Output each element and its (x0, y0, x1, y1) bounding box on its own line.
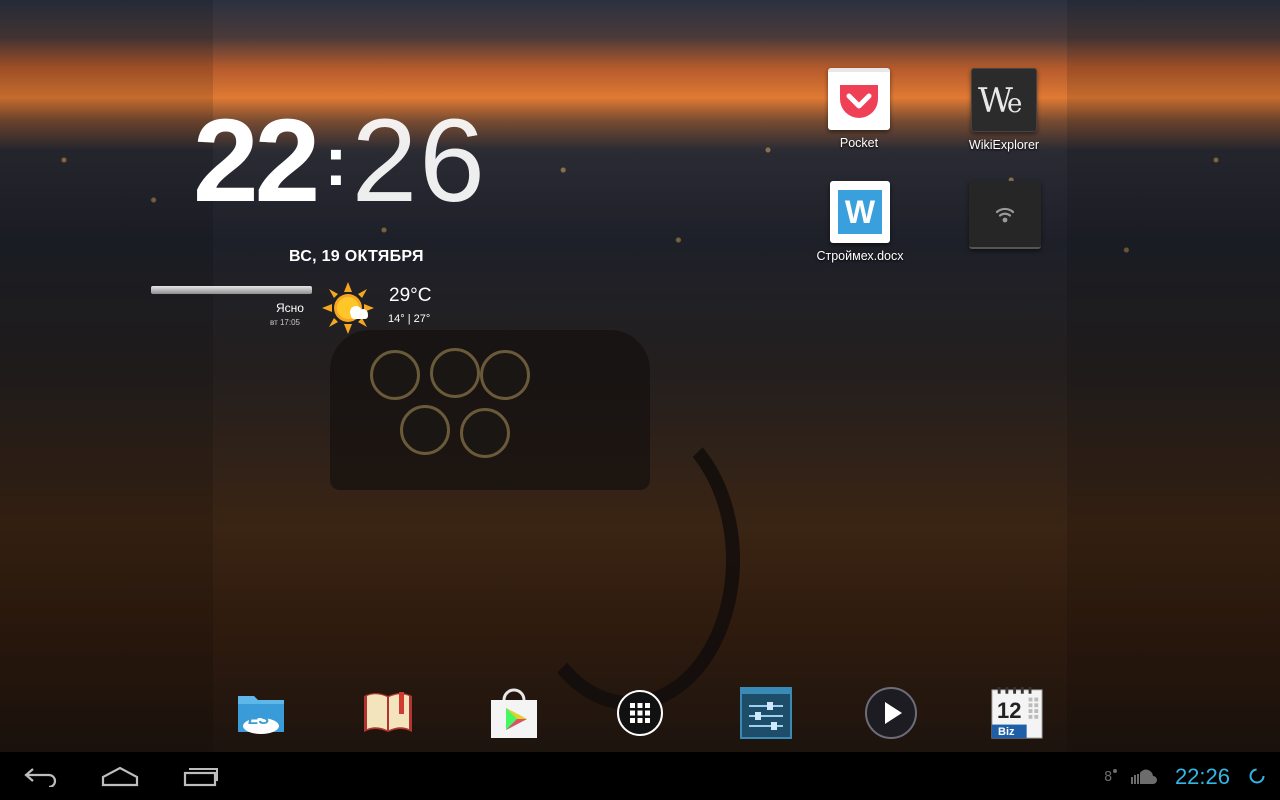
app-drawer-button[interactable] (613, 686, 667, 740)
clock-widget[interactable]: 22 : 26 (193, 100, 487, 220)
side-shade-left (0, 0, 213, 752)
weather-temperature: 29°C (389, 285, 432, 306)
app-drawer-icon (617, 690, 663, 736)
wikiexplorer-icon: W e (971, 68, 1037, 132)
soundcloud-icon[interactable] (1130, 769, 1160, 785)
wikiexplorer-shortcut[interactable]: W e WikiExplorer (954, 68, 1054, 152)
wifi-widget[interactable] (955, 181, 1055, 249)
media-player-button[interactable] (864, 686, 918, 740)
back-button[interactable] (22, 762, 60, 790)
clock-separator: : (324, 122, 348, 200)
word-doc-icon: W (830, 181, 890, 243)
status-clock[interactable]: 22:26 (1175, 764, 1230, 790)
book-icon (364, 692, 412, 732)
play-store-icon (491, 688, 537, 738)
calendar-day: 12 (997, 698, 1022, 723)
home-button[interactable] (100, 762, 140, 790)
svg-text:e: e (1007, 89, 1022, 119)
sunny-weather-icon[interactable] (322, 282, 374, 334)
svg-text:ES: ES (248, 711, 270, 728)
settings-button[interactable] (739, 686, 793, 740)
side-shade-right (1067, 0, 1280, 752)
pocket-icon (828, 68, 890, 130)
back-icon (24, 768, 57, 787)
weather-condition: Ясно (276, 301, 304, 315)
recents-icon (183, 768, 218, 787)
wifi-widget-icon (969, 181, 1041, 249)
es-file-explorer-icon: ES (238, 696, 284, 734)
wallpaper (0, 0, 1280, 752)
clock-minutes: 26 (351, 95, 487, 227)
pocket-label: Pocket (839, 136, 879, 150)
play-store-button[interactable] (487, 686, 541, 740)
calendar-biz-label: Biz (998, 726, 1015, 738)
es-file-explorer-button[interactable]: ES (234, 686, 288, 740)
date-label[interactable]: ВС, 19 ОКТЯБРЯ (289, 248, 424, 266)
yoke (520, 410, 740, 710)
play-icon (865, 687, 917, 739)
gauge (480, 350, 530, 400)
pocket-shortcut[interactable]: Pocket (809, 68, 909, 150)
gauge (460, 408, 510, 458)
clock-hours: 22 (193, 95, 320, 227)
book-reader-button[interactable] (361, 686, 415, 740)
loading-spinner-icon (1249, 768, 1265, 784)
gauge (370, 350, 420, 400)
word-doc-shortcut[interactable]: W Строймех.docx (810, 181, 910, 263)
wikiexplorer-label: WikiExplorer (968, 138, 1040, 152)
business-calendar-button[interactable]: 12 Biz (990, 686, 1044, 740)
notification-icon[interactable]: 8 (1104, 768, 1118, 784)
weather-range: 14° | 27° (388, 313, 431, 325)
gauge (400, 405, 450, 455)
home-icon (101, 766, 139, 787)
recents-button[interactable] (182, 762, 220, 790)
svg-text:8: 8 (1104, 770, 1112, 784)
weather-updated-time: вт 17:05 (270, 318, 300, 327)
weather-bar (151, 286, 312, 294)
gauge (430, 348, 480, 398)
word-doc-label: Строймех.docx (816, 249, 904, 263)
settings-sliders-icon (740, 687, 792, 739)
